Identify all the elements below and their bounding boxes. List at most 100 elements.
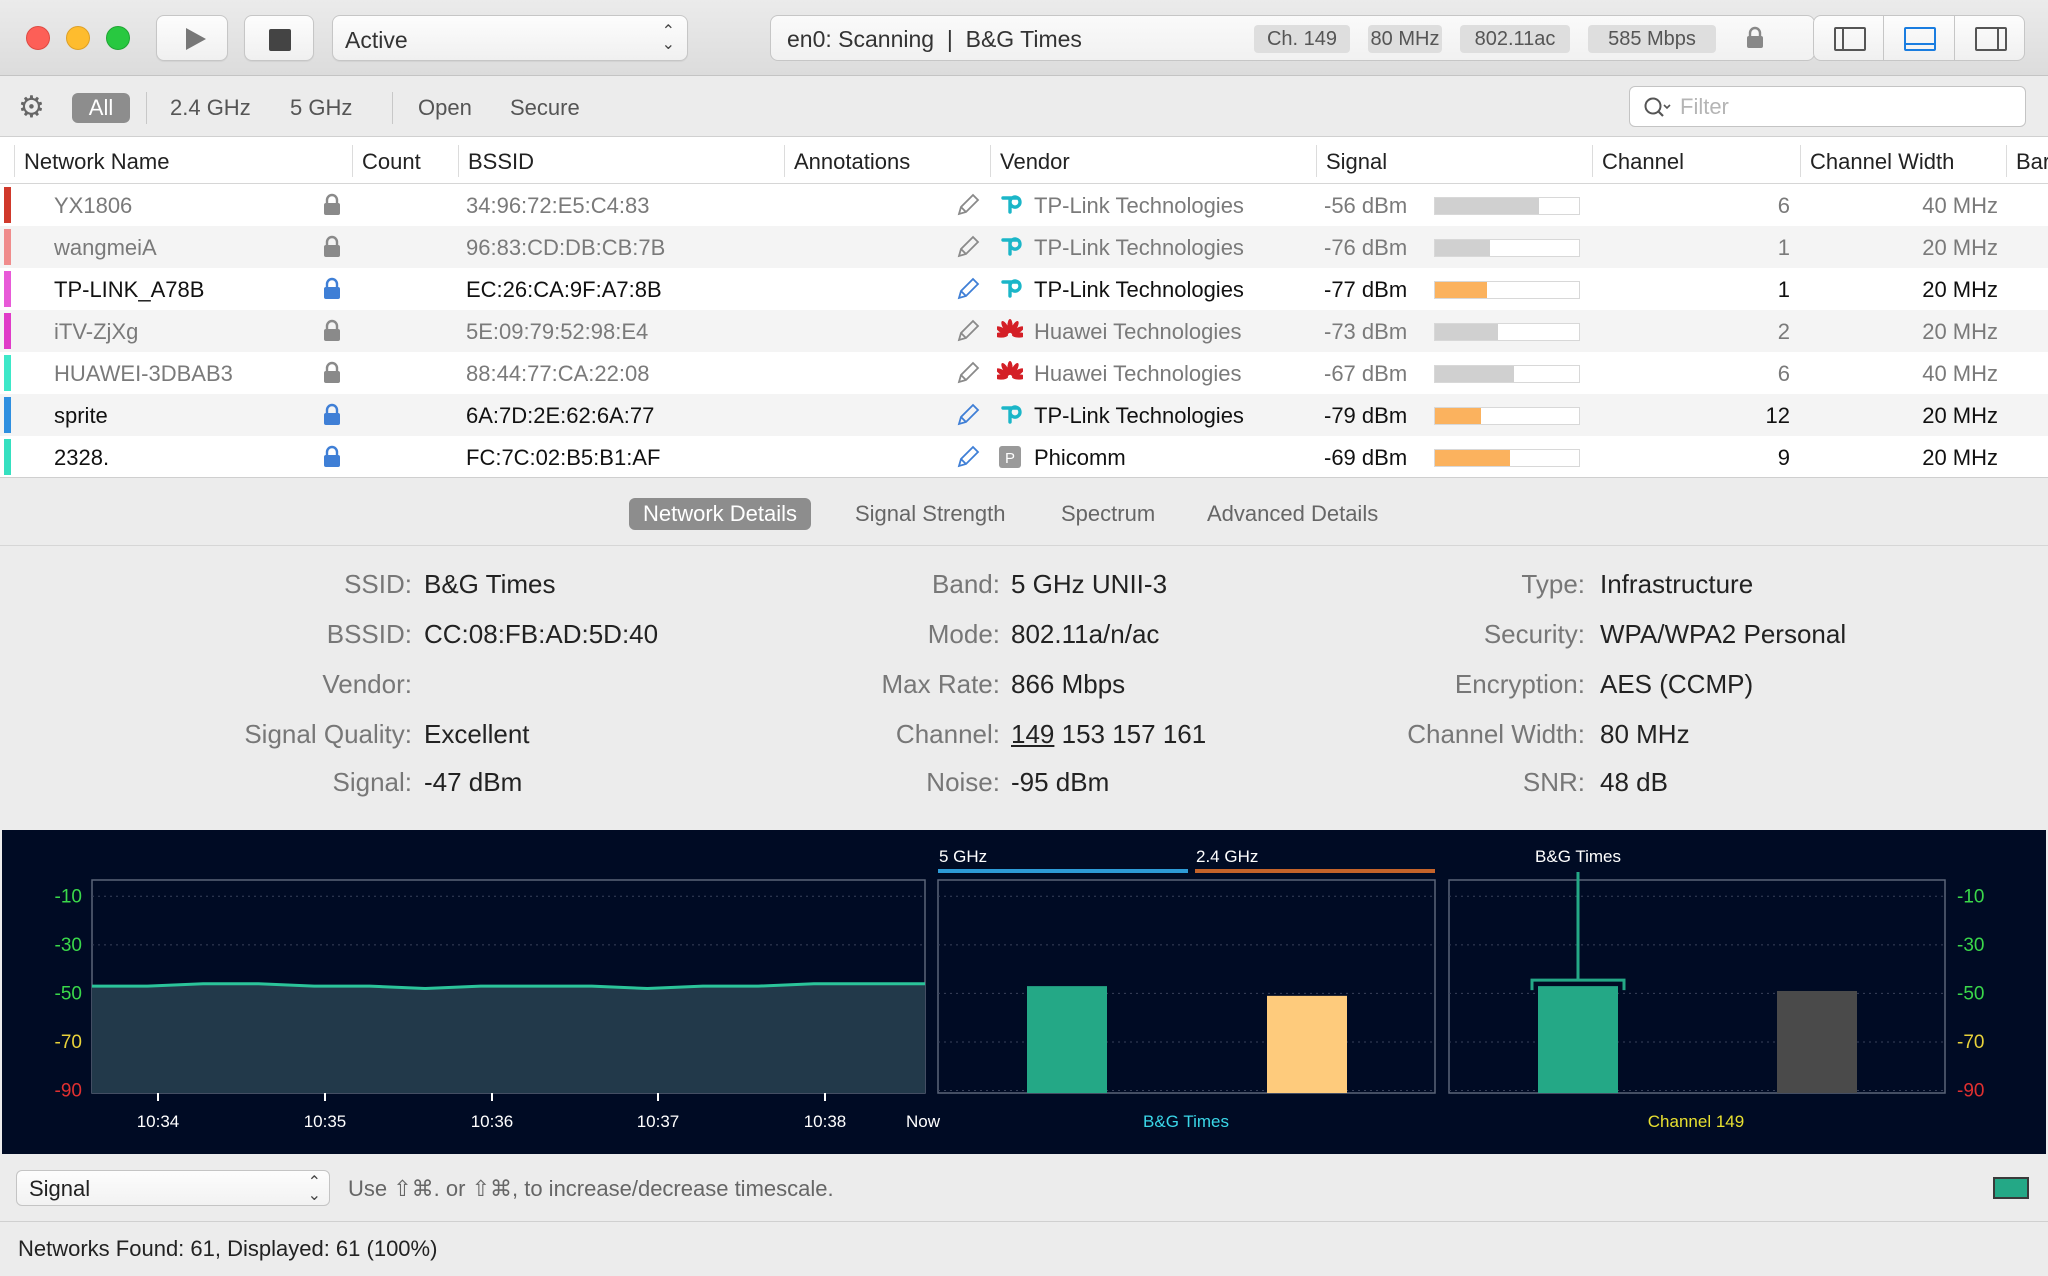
annotation-label: B&G Times bbox=[1535, 847, 1621, 866]
tplink-logo-icon bbox=[1001, 279, 1022, 298]
tab-spectrum[interactable]: Spectrum bbox=[1047, 498, 1169, 530]
table-row[interactable]: HUAWEI-3DBAB3 88:44:77:CA:22:08 Huawei Tec… bbox=[0, 352, 2048, 394]
bssid-cell: 88:44:77:CA:22:08 bbox=[466, 361, 650, 386]
channel-width-cell: 40 MHz bbox=[1922, 361, 1998, 386]
column-header-band[interactable]: Bar bbox=[2016, 149, 2048, 175]
column-header-channel-width[interactable]: Channel Width bbox=[1810, 149, 1954, 175]
y-tick-label-right: -90 bbox=[1957, 1081, 1984, 1102]
signal-strength-fill bbox=[1435, 450, 1510, 466]
network-color-tag bbox=[4, 229, 11, 265]
table-row[interactable]: wangmeiA 96:83:CD:DB:CB:7B TP-Link Technol… bbox=[0, 226, 2048, 268]
filter-5ghz-button[interactable]: 5 GHz bbox=[290, 93, 352, 123]
zoom-window-button[interactable] bbox=[106, 26, 130, 50]
tplink-logo-icon bbox=[1001, 195, 1022, 214]
tab-advanced-details[interactable]: Advanced Details bbox=[1193, 498, 1392, 530]
channel-width-cell: 20 MHz bbox=[1922, 235, 1998, 260]
table-row[interactable]: sprite 6A:7D:2E:62:6A:77 TP-Link Technolog… bbox=[0, 394, 2048, 436]
column-header-signal[interactable]: Signal bbox=[1326, 149, 1387, 175]
lock-icon bbox=[324, 235, 340, 257]
y-tick-label-left: -30 bbox=[55, 935, 82, 956]
mode-chip: 802.11ac bbox=[1460, 25, 1570, 53]
tplink-logo-icon bbox=[1001, 405, 1022, 424]
column-divider bbox=[990, 145, 991, 177]
signal-strength-fill bbox=[1435, 198, 1539, 214]
svg-text:P: P bbox=[1005, 450, 1015, 467]
pencil-icon[interactable] bbox=[955, 402, 981, 428]
encryption-label: Encryption: bbox=[1454, 669, 1585, 699]
band-bar bbox=[1267, 995, 1347, 1093]
filter-open-button[interactable]: Open bbox=[418, 93, 472, 123]
network-name: YX1806 bbox=[54, 193, 133, 218]
signal-quality-label: Signal Quality: bbox=[244, 719, 412, 749]
pencil-icon[interactable] bbox=[955, 318, 981, 344]
bottom-panel-icon bbox=[1904, 27, 1937, 51]
band-chart-xlabel: B&G Times bbox=[1143, 1112, 1229, 1131]
column-header-channel[interactable]: Channel bbox=[1602, 149, 1684, 175]
minimize-window-button[interactable] bbox=[66, 26, 90, 50]
channel-width-label: Channel Width: bbox=[1407, 719, 1585, 749]
stop-scan-button[interactable] bbox=[244, 15, 314, 61]
close-window-button[interactable] bbox=[26, 26, 50, 50]
scan-mode-select[interactable]: Active ⌃ ⌄ bbox=[332, 15, 688, 61]
signal-history-area bbox=[92, 983, 925, 1093]
column-header-annotations[interactable]: Annotations bbox=[794, 149, 910, 175]
ssid-label: SSID: bbox=[344, 569, 412, 599]
filter-secure-button[interactable]: Secure bbox=[510, 93, 580, 123]
legend-label: 2.4 GHz bbox=[1196, 847, 1258, 866]
pencil-icon[interactable] bbox=[955, 360, 981, 386]
filter-all-button[interactable]: All bbox=[72, 93, 130, 123]
layout-bottom-panel-button[interactable] bbox=[1884, 16, 1955, 60]
channel-bar bbox=[1777, 990, 1857, 1093]
graph-metric-select[interactable]: Signal ⌃ ⌄ bbox=[16, 1170, 330, 1206]
signal-cell: -67 dBm bbox=[1324, 361, 1408, 386]
column-header-count[interactable]: Count bbox=[362, 149, 421, 175]
tab-signal-strength[interactable]: Signal Strength bbox=[841, 498, 1019, 530]
filter-24ghz-button[interactable]: 2.4 GHz bbox=[170, 93, 251, 123]
signal-cell: -56 dBm bbox=[1324, 193, 1408, 218]
network-color-tag bbox=[4, 313, 11, 349]
divider bbox=[146, 92, 147, 124]
network-table-header: Network Name Count BSSID Annotations Ven… bbox=[0, 137, 2048, 184]
divider bbox=[392, 92, 393, 124]
channel-width-value: 80 MHz bbox=[1600, 719, 1690, 749]
layout-sidebar-right-button[interactable] bbox=[1955, 16, 2024, 60]
signal-strength-fill bbox=[1435, 282, 1487, 298]
column-header-bssid[interactable]: BSSID bbox=[468, 149, 534, 175]
table-row[interactable]: iTV-ZjXg 5E:09:79:52:98:E4 Huawei Technolo… bbox=[0, 310, 2048, 352]
pencil-icon[interactable] bbox=[955, 192, 981, 218]
bssid-cell: 96:83:CD:DB:CB:7B bbox=[466, 235, 666, 260]
lock-icon bbox=[324, 445, 340, 467]
table-row[interactable]: YX1806 34:96:72:E5:C4:83 TP-Link Technolog… bbox=[0, 184, 2048, 226]
vendor-cell: Huawei Technologies bbox=[1034, 361, 1242, 386]
y-tick-label-left: -70 bbox=[55, 1032, 82, 1053]
signal-quality-value: Excellent bbox=[424, 719, 530, 749]
start-scan-button[interactable] bbox=[156, 15, 228, 61]
filter-search-field[interactable] bbox=[1629, 86, 2026, 127]
legend-toggle-button[interactable] bbox=[1993, 1177, 2029, 1199]
filter-input[interactable] bbox=[1680, 93, 2010, 121]
pencil-icon[interactable] bbox=[955, 276, 981, 302]
lock-icon bbox=[324, 403, 340, 425]
status-display: en0: Scanning | B&G Times Ch. 149 80 MHz… bbox=[770, 15, 1815, 61]
table-row[interactable]: TP-LINK_A78B EC:26:CA:9F:A7:8B TP-Link Tec… bbox=[0, 268, 2048, 310]
network-name: wangmeiA bbox=[54, 235, 157, 260]
signal-value: -47 dBm bbox=[424, 767, 523, 797]
bssid-label: BSSID: bbox=[326, 619, 412, 649]
primary-channel-link[interactable]: 149 bbox=[1011, 719, 1054, 749]
pencil-icon[interactable] bbox=[955, 444, 981, 470]
tab-network-details[interactable]: Network Details bbox=[629, 498, 812, 530]
column-header-vendor[interactable]: Vendor bbox=[1000, 149, 1070, 175]
y-tick-label-right: -30 bbox=[1957, 935, 1984, 956]
channel-chip: Ch. 149 bbox=[1254, 25, 1350, 53]
gear-icon[interactable]: ⚙ bbox=[18, 93, 45, 123]
column-header-network-name[interactable]: Network Name bbox=[24, 149, 169, 175]
pencil-icon[interactable] bbox=[955, 234, 981, 260]
y-tick-label-right: -70 bbox=[1957, 1032, 1984, 1053]
signal-strength-bar bbox=[1434, 281, 1580, 299]
vendor-cell: Huawei Technologies bbox=[1034, 319, 1242, 344]
band-bar bbox=[1027, 986, 1107, 1093]
huawei-logo-icon bbox=[997, 319, 1023, 338]
max-rate-value: 866 Mbps bbox=[1011, 669, 1126, 699]
layout-sidebar-left-button[interactable] bbox=[1814, 16, 1885, 60]
table-row[interactable]: 2328. FC:7C:02:B5:B1:AF P Phicomm -69 dBm 9 20… bbox=[0, 436, 2048, 477]
